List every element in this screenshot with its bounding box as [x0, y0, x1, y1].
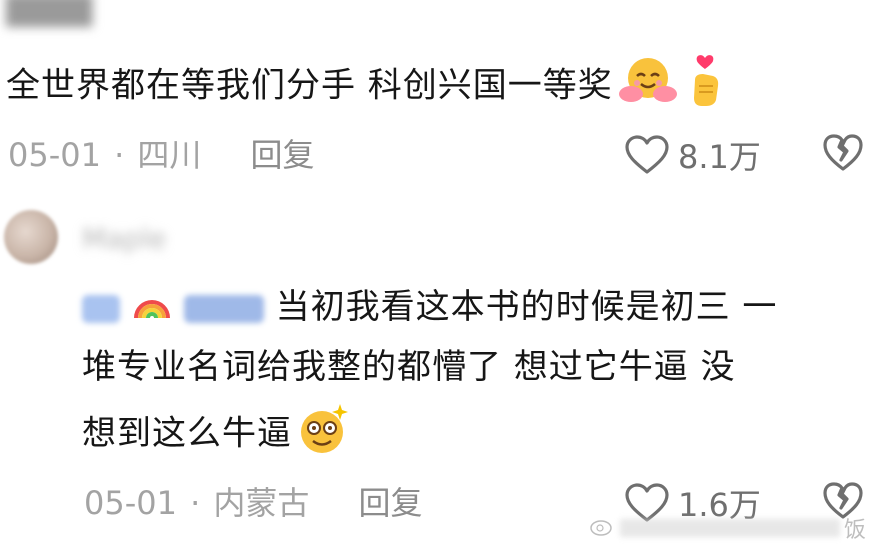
broken-heart-icon	[822, 134, 864, 172]
comment-2-line-3: 想到这么牛逼	[82, 400, 882, 470]
comment-1-like-button[interactable]: 8.1万	[624, 132, 761, 178]
comment-1-body: 全世界都在等我们分手 科创兴国一等奖	[6, 65, 613, 106]
comment-2-meta: 05-01 · 内蒙古 回复	[84, 478, 422, 524]
comment-2-reply-button[interactable]: 回复	[358, 484, 422, 522]
comment-2-line-1: 当初我看这本书的时候是初三 一	[82, 282, 882, 334]
rainbow-icon	[132, 284, 172, 334]
finger-heart-icon	[685, 52, 725, 122]
comment-1-like-count: 8.1万	[678, 138, 761, 176]
comment-1-username[interactable]: ████	[6, 0, 92, 27]
comment-2-username[interactable]: Maple	[82, 222, 166, 255]
hug-emoji-icon	[618, 56, 677, 118]
comment-2-line-2: 堆专业名词给我整的都懵了 想过它牛逼 没	[82, 346, 736, 387]
watermark: 饭	[590, 512, 866, 544]
meta-separator-dot: ·	[114, 136, 125, 174]
comment-1-dislike-button[interactable]	[822, 134, 864, 172]
comment-1-meta: 05-01 · 四川 回复	[8, 130, 314, 176]
weibo-logo-icon	[590, 516, 614, 540]
comment-2-date: 05-01	[84, 484, 177, 522]
watermark-text: 饭	[844, 518, 867, 543]
heart-outline-icon	[624, 135, 670, 175]
blurred-prefix-2	[183, 294, 264, 323]
watermark-blurred-name	[620, 519, 840, 537]
blurred-prefix	[82, 294, 120, 323]
comment-1-reply-button[interactable]: 回复	[250, 136, 314, 174]
comment-1-date: 05-01	[8, 136, 101, 174]
comment-2-avatar[interactable]	[4, 210, 58, 264]
comment-2-location: 内蒙古	[213, 484, 310, 522]
comment-1-text: 全世界都在等我们分手 科创兴国一等奖	[6, 52, 725, 122]
comment-2-body-line-3: 想到这么牛逼	[82, 413, 292, 453]
dizzy-face-icon	[294, 400, 352, 470]
comment-1-location: 四川	[137, 136, 202, 174]
comment-2-text: 当初我看这本书的时候是初三 一 堆专业名词给我整的都懵了 想过它牛逼 没 想到这…	[82, 282, 882, 470]
meta-separator-dot: ·	[190, 484, 201, 522]
comment-2-body-line-1: 当初我看这本书的时候是初三 一	[275, 287, 778, 327]
